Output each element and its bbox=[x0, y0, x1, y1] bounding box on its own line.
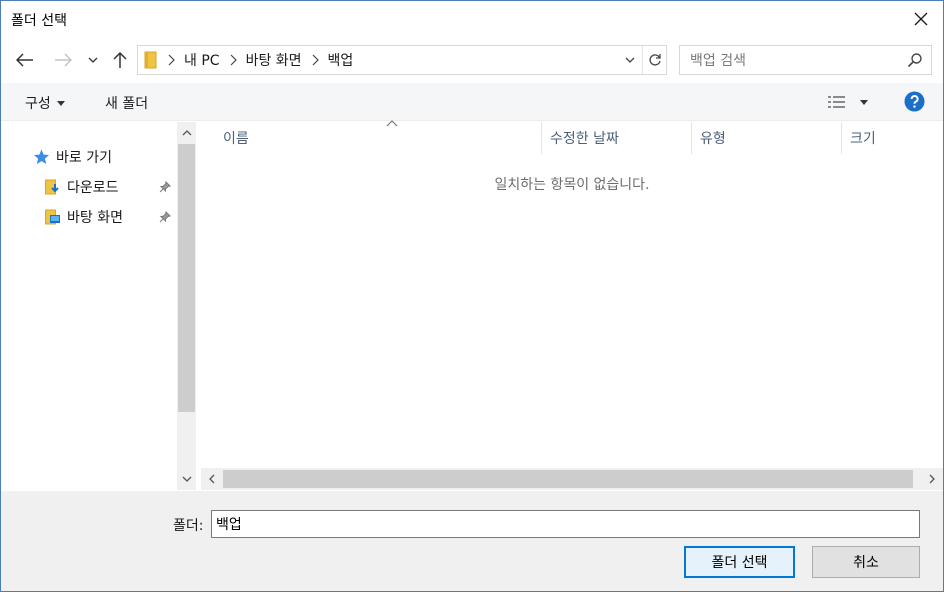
navigation-pane: 바로 가기 다운로드 바탕 화면 bbox=[1, 122, 196, 490]
chevron-down-icon bbox=[625, 57, 635, 63]
nav-item-label: 바로 가기 bbox=[56, 150, 112, 166]
dialog-footer: 폴더: 폴더 선택 취소 bbox=[1, 491, 943, 591]
download-folder-icon bbox=[45, 179, 59, 195]
nav-item-downloads[interactable]: 다운로드 bbox=[45, 175, 177, 199]
breadcrumb-backup[interactable]: 백업 bbox=[328, 50, 354, 70]
close-button[interactable] bbox=[899, 1, 943, 37]
chevron-right-icon bbox=[168, 54, 175, 66]
change-view-button[interactable] bbox=[827, 93, 871, 113]
pin-icon[interactable] bbox=[159, 211, 171, 223]
pin-icon[interactable] bbox=[159, 181, 171, 193]
caret-down-icon bbox=[860, 100, 868, 105]
scroll-left-button[interactable] bbox=[201, 468, 223, 490]
scroll-thumb[interactable] bbox=[223, 470, 913, 488]
chevron-right-icon bbox=[230, 54, 237, 66]
folder-picker-dialog: 폴더 선택 내 PC 바탕 화면 백업 백업 검색 구성 새 폴더 바로 가기 … bbox=[0, 0, 944, 592]
address-bar[interactable]: 내 PC 바탕 화면 백업 bbox=[137, 45, 667, 75]
chevron-down-icon bbox=[182, 476, 191, 482]
back-button[interactable] bbox=[13, 47, 37, 73]
column-header-label: 크기 bbox=[850, 131, 876, 147]
nav-item-desktop[interactable]: 바탕 화면 bbox=[45, 205, 177, 229]
chevron-right-icon bbox=[312, 54, 319, 66]
refresh-icon bbox=[648, 54, 661, 66]
new-folder-button[interactable]: 새 폴더 bbox=[105, 93, 148, 113]
chevron-up-icon bbox=[182, 130, 191, 136]
close-icon bbox=[914, 12, 928, 26]
navigation-bar: 내 PC 바탕 화면 백업 bbox=[1, 41, 943, 79]
column-header-label: 수정한 날짜 bbox=[550, 131, 619, 147]
refresh-button[interactable] bbox=[642, 46, 666, 74]
nav-item-quick-access[interactable]: 바로 가기 bbox=[33, 145, 112, 169]
new-folder-label: 새 폴더 bbox=[105, 96, 149, 112]
sort-ascending-icon bbox=[386, 120, 398, 127]
chevron-down-icon bbox=[88, 57, 98, 63]
column-header-label: 유형 bbox=[700, 131, 726, 147]
column-header-name[interactable]: 이름 bbox=[215, 120, 542, 154]
file-list: 이름 수정한 날짜 유형 크기 일치하는 항목이 없습니다. bbox=[201, 120, 943, 468]
breadcrumb-desktop[interactable]: 바탕 화면 bbox=[246, 50, 302, 70]
details-view-icon bbox=[828, 96, 845, 108]
navigation-pane-scrollbar[interactable] bbox=[177, 122, 196, 490]
caret-down-icon bbox=[56, 100, 65, 106]
up-button[interactable] bbox=[108, 47, 132, 73]
search-input[interactable] bbox=[690, 52, 900, 70]
star-icon bbox=[34, 149, 49, 164]
file-list-horizontal-scrollbar[interactable] bbox=[201, 468, 943, 490]
search-icon[interactable] bbox=[907, 52, 923, 68]
breadcrumb-this-pc[interactable]: 내 PC bbox=[184, 50, 220, 70]
arrow-up-icon bbox=[113, 51, 127, 68]
chevron-left-icon bbox=[209, 474, 215, 484]
scroll-thumb[interactable] bbox=[178, 144, 195, 412]
help-icon[interactable] bbox=[904, 91, 925, 112]
arrow-left-icon bbox=[16, 53, 33, 67]
select-folder-button[interactable]: 폴더 선택 bbox=[684, 546, 795, 578]
nav-item-label: 바탕 화면 bbox=[67, 210, 123, 226]
folder-field-label: 폴더: bbox=[173, 518, 204, 534]
dialog-title: 폴더 선택 bbox=[11, 13, 67, 29]
address-history-dropdown[interactable] bbox=[620, 46, 640, 74]
search-box[interactable] bbox=[679, 45, 932, 75]
scroll-down-button[interactable] bbox=[177, 468, 196, 490]
recent-locations-button[interactable] bbox=[83, 47, 103, 73]
title-bar: 폴더 선택 bbox=[1, 1, 943, 37]
folder-icon bbox=[144, 51, 157, 69]
column-header-date-modified[interactable]: 수정한 날짜 bbox=[542, 122, 692, 154]
chevron-right-icon bbox=[929, 474, 935, 484]
cancel-button[interactable]: 취소 bbox=[812, 546, 920, 578]
column-header-size[interactable]: 크기 bbox=[842, 122, 943, 154]
empty-list-message: 일치하는 항목이 없습니다. bbox=[494, 177, 650, 193]
forward-button[interactable] bbox=[51, 47, 75, 73]
scroll-right-button[interactable] bbox=[921, 468, 943, 490]
column-header-type[interactable]: 유형 bbox=[692, 122, 842, 154]
arrow-right-icon bbox=[55, 53, 72, 67]
command-bar: 구성 새 폴더 bbox=[1, 83, 943, 121]
folder-name-input[interactable] bbox=[211, 510, 920, 538]
scroll-up-button[interactable] bbox=[177, 122, 196, 144]
column-header-label: 이름 bbox=[223, 131, 249, 147]
organize-label: 구성 bbox=[25, 96, 51, 112]
nav-item-label: 다운로드 bbox=[67, 180, 119, 196]
organize-menu-button[interactable]: 구성 bbox=[25, 93, 65, 113]
desktop-folder-icon bbox=[45, 209, 60, 225]
